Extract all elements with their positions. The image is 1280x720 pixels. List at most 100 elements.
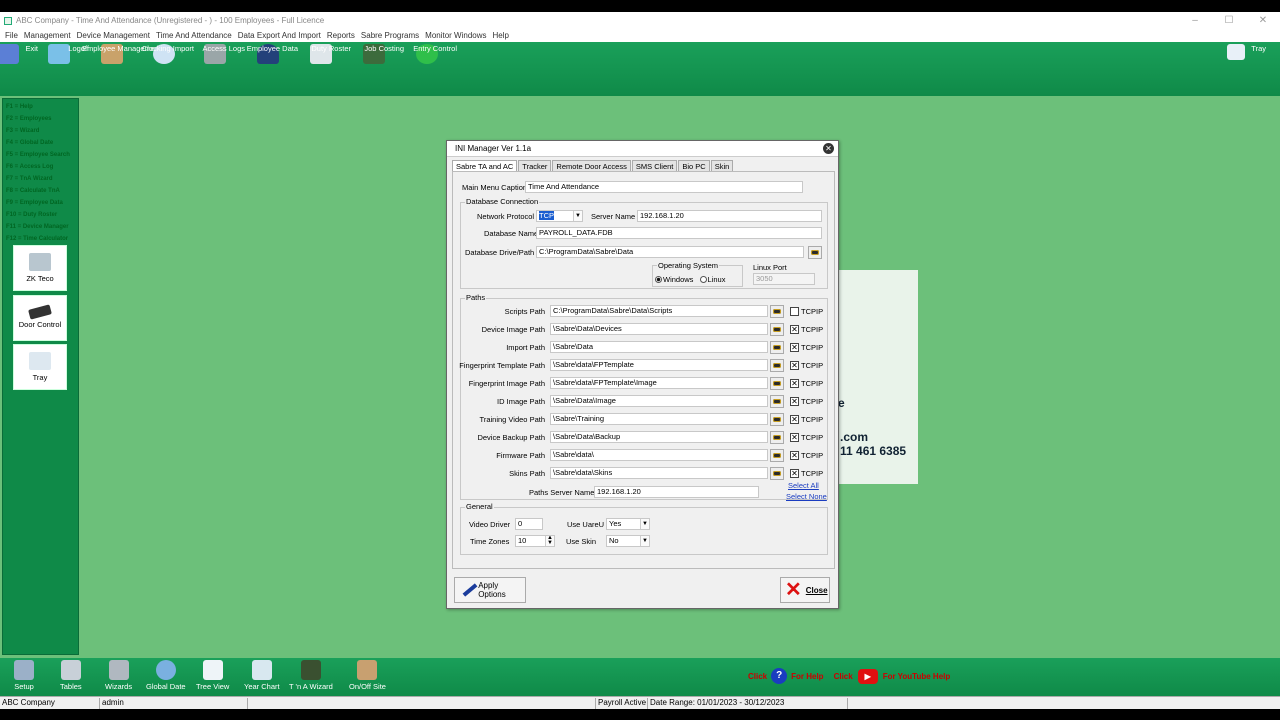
tcpip-checkbox[interactable]: ✕ xyxy=(790,379,799,388)
tcpip-checkbox[interactable] xyxy=(790,307,799,316)
path-field[interactable]: \Sabre\data\Skins xyxy=(550,467,768,479)
tab-sabre-ta-ac[interactable]: Sabre TA and AC xyxy=(452,160,518,171)
tcpip-checkbox[interactable]: ✕ xyxy=(790,415,799,424)
menu-data-export-import[interactable]: Data Export And Import xyxy=(238,31,321,40)
tab-sms-client[interactable]: SMS Client xyxy=(631,160,678,171)
browse-binoculars-icon[interactable] xyxy=(770,395,784,408)
close-window-button[interactable]: ✕ xyxy=(1246,12,1280,29)
tcpip-checkbox[interactable]: ✕ xyxy=(790,469,799,478)
tree-view-button[interactable]: Tree View xyxy=(196,660,229,691)
employee-data-button[interactable]: Employee Data xyxy=(247,44,298,92)
fkey-time-calculator[interactable]: F12 = Time Calculator xyxy=(3,233,78,245)
fkey-employees[interactable]: F2 = Employees xyxy=(3,113,78,125)
path-field[interactable]: \Sabre\Data xyxy=(550,341,768,353)
fkey-help[interactable]: F1 = Help xyxy=(3,101,78,113)
tcpip-checkbox[interactable]: ✕ xyxy=(790,433,799,442)
wizards-button[interactable]: Wizards xyxy=(105,660,132,691)
tcpip-checkbox[interactable]: ✕ xyxy=(790,325,799,334)
onoff-site-button[interactable]: On/Off Site xyxy=(349,660,386,691)
menu-time-and-attendance[interactable]: Time And Attendance xyxy=(156,31,232,40)
fkey-device-manager[interactable]: F11 = Device Manager xyxy=(3,221,78,233)
fkey-employee-search[interactable]: F5 = Employee Search xyxy=(3,149,78,161)
path-field[interactable]: \Sabre\Data\Image xyxy=(550,395,768,407)
youtube-help-link[interactable]: For YouTube Help xyxy=(883,672,951,681)
tables-button[interactable]: Tables xyxy=(60,660,82,691)
time-zones-stepper[interactable]: 10 ▲ ▼ xyxy=(515,535,555,547)
browse-binoculars-icon[interactable] xyxy=(770,305,784,318)
youtube-play-icon[interactable]: ▶ xyxy=(857,668,878,684)
path-field[interactable]: \Sabre\data\FPTemplate\Image xyxy=(550,377,768,389)
use-skin-select[interactable]: No ▼ xyxy=(606,535,650,547)
tna-wizard-button[interactable]: T 'n A Wizard xyxy=(289,660,333,691)
help-link[interactable]: For Help xyxy=(791,672,823,681)
browse-binoculars-icon[interactable] xyxy=(770,449,784,462)
browse-binoculars-icon[interactable] xyxy=(770,341,784,354)
network-protocol-select[interactable]: TCP ▼ xyxy=(536,210,583,222)
database-name-field[interactable]: PAYROLL_DATA.FDB xyxy=(536,227,822,239)
fkey-access-log[interactable]: F6 = Access Log xyxy=(3,161,78,173)
access-logs-button[interactable]: Access Logs xyxy=(202,44,245,92)
setup-button[interactable]: Setup xyxy=(14,660,34,691)
tcpip-checkbox[interactable]: ✕ xyxy=(790,343,799,352)
employee-management-button[interactable]: Employee Management xyxy=(82,44,161,92)
menu-device-management[interactable]: Device Management xyxy=(77,31,150,40)
browse-binoculars-icon[interactable] xyxy=(770,377,784,390)
logoff-button[interactable]: Logoff xyxy=(48,44,89,92)
tray-button[interactable]: Tray xyxy=(1227,44,1266,92)
database-path-field[interactable]: C:\ProgramData\Sabre\Data xyxy=(536,246,804,258)
tab-skin[interactable]: Skin xyxy=(710,160,734,171)
fkey-global-date[interactable]: F4 = Global Date xyxy=(3,137,78,149)
video-driver-field[interactable]: 0 xyxy=(515,518,543,530)
paths-server-name-field[interactable]: 192.168.1.20 xyxy=(594,486,759,498)
spin-arrows-icon[interactable]: ▲ ▼ xyxy=(545,536,554,546)
use-uareu-select[interactable]: Yes ▼ xyxy=(606,518,650,530)
fkey-duty-roster[interactable]: F10 = Duty Roster xyxy=(3,209,78,221)
path-field[interactable]: \Sabre\data\FPTemplate xyxy=(550,359,768,371)
minimize-button[interactable]: – xyxy=(1178,12,1212,29)
menu-management[interactable]: Management xyxy=(24,31,71,40)
year-chart-button[interactable]: Year Chart xyxy=(244,660,280,691)
entry-control-button[interactable]: Entry Control xyxy=(413,44,457,92)
tcpip-checkbox[interactable]: ✕ xyxy=(790,361,799,370)
menu-monitor-windows[interactable]: Monitor Windows xyxy=(425,31,486,40)
global-date-button[interactable]: Global Date xyxy=(146,660,186,691)
exit-button[interactable]: Exit xyxy=(0,44,38,92)
dialog-close-icon[interactable]: ✕ xyxy=(823,143,834,154)
job-costing-button[interactable]: Job Costing xyxy=(363,44,404,92)
browse-binoculars-icon[interactable] xyxy=(808,246,822,259)
select-all-link[interactable]: Select All xyxy=(788,481,819,490)
path-field[interactable]: \Sabre\Training xyxy=(550,413,768,425)
menu-help[interactable]: Help xyxy=(493,31,509,40)
menu-reports[interactable]: Reports xyxy=(327,31,355,40)
browse-binoculars-icon[interactable] xyxy=(770,431,784,444)
duty-roster-button[interactable]: Duty Roster xyxy=(310,44,351,92)
browse-binoculars-icon[interactable] xyxy=(770,323,784,336)
fkey-calculate-tna[interactable]: F8 = Calculate TnA xyxy=(3,185,78,197)
os-windows-radio[interactable] xyxy=(655,276,662,283)
apply-options-button[interactable]: Apply Options xyxy=(454,577,526,603)
browse-binoculars-icon[interactable] xyxy=(770,359,784,372)
help-question-icon[interactable]: ? xyxy=(771,668,788,684)
path-field[interactable]: C:\ProgramData\Sabre\Data\Scripts xyxy=(550,305,768,317)
maximize-button[interactable]: ☐ xyxy=(1212,12,1246,29)
select-none-link[interactable]: Select None xyxy=(786,492,827,501)
tab-remote-door-access[interactable]: Remote Door Access xyxy=(552,160,631,171)
server-name-field[interactable]: 192.168.1.20 xyxy=(637,210,822,222)
os-linux-radio[interactable] xyxy=(699,276,707,283)
path-field[interactable]: \Sabre\data\ xyxy=(550,449,768,461)
fkey-employee-data[interactable]: F9 = Employee Data xyxy=(3,197,78,209)
zk-teco-tile[interactable]: ZK Teco xyxy=(13,245,67,291)
clocking-import-button[interactable]: Clocking Import xyxy=(142,44,194,92)
close-button[interactable]: ✕ Close xyxy=(780,577,830,603)
tcpip-checkbox[interactable]: ✕ xyxy=(790,397,799,406)
tab-tracker[interactable]: Tracker xyxy=(518,160,552,171)
fkey-tna-wizard[interactable]: F7 = TnA Wizard xyxy=(3,173,78,185)
tray-tile[interactable]: Tray xyxy=(13,344,67,390)
fkey-wizard[interactable]: F3 = Wizard xyxy=(3,125,78,137)
browse-binoculars-icon[interactable] xyxy=(770,467,784,480)
linux-port-field[interactable]: 3050 xyxy=(753,273,815,285)
browse-binoculars-icon[interactable] xyxy=(770,413,784,426)
tab-bio-pc[interactable]: Bio PC xyxy=(678,160,710,171)
door-control-tile[interactable]: Door Control xyxy=(13,295,67,341)
menu-sabre-programs[interactable]: Sabre Programs xyxy=(361,31,419,40)
